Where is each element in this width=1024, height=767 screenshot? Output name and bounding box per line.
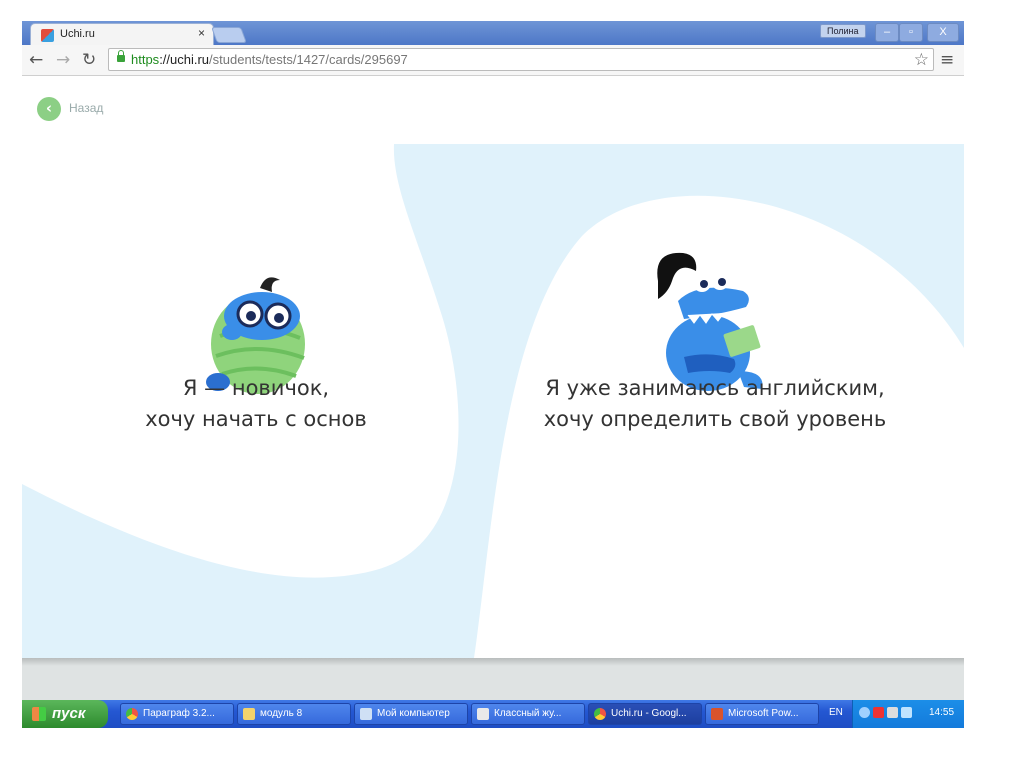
powerpoint-icon: [711, 708, 723, 720]
taskbar-item-uchi-chrome[interactable]: Uchi.ru - Googl...: [588, 703, 702, 725]
page-bottom-shadow: [22, 658, 964, 666]
tab-close-icon[interactable]: ×: [198, 26, 205, 40]
crocodile-laptop-icon[interactable]: [638, 241, 778, 391]
antivirus-icon[interactable]: [873, 707, 884, 718]
desktop-screen: Uchi.ru × Полина – ▫ X ← → ↻ https://uch…: [22, 21, 964, 728]
uchi-favicon-icon: [41, 29, 54, 42]
taskbar-item-module[interactable]: модуль 8: [237, 703, 351, 725]
option-beginner-line1: Я — новичок,: [182, 376, 330, 400]
option-beginner[interactable]: Я — новичок, хочу начать с основ: [126, 373, 386, 435]
forward-arrow-icon[interactable]: →: [56, 50, 70, 70]
taskbar-item-powerpoint[interactable]: Microsoft Pow...: [705, 703, 819, 725]
windows-flag-icon: [32, 707, 46, 721]
taskbar-item-journal[interactable]: Классный жу...: [471, 703, 585, 725]
new-tab-button[interactable]: [211, 27, 247, 43]
option-intermediate[interactable]: Я уже занимаюсь английским, хочу определ…: [530, 373, 900, 435]
printer-icon[interactable]: [887, 707, 898, 718]
tab-title: Uchi.ru: [60, 28, 95, 40]
option-intermediate-line2: хочу определить свой уровень: [543, 407, 887, 431]
chrome-menu-icon[interactable]: ≡: [940, 50, 954, 70]
windows-taskbar: пуск Параграф 3.2... модуль 8 Мой компью…: [22, 700, 964, 728]
computer-icon: [360, 708, 372, 720]
folder-icon: [243, 708, 255, 720]
chrome-icon: [594, 708, 606, 720]
option-intermediate-line1: Я уже занимаюсь английским,: [545, 376, 885, 400]
page-content: ‹ Назад Я — новичок, хочу начать с основ…: [22, 76, 964, 658]
close-window-button[interactable]: X: [927, 23, 959, 42]
lock-icon: [117, 50, 125, 62]
journal-icon: [477, 708, 489, 720]
chrome-icon: [126, 708, 138, 720]
tray-arrow-icon[interactable]: [859, 707, 870, 718]
taskbar-item-paragraph[interactable]: Параграф 3.2...: [120, 703, 234, 725]
browser-titlebar: Uchi.ru × Полина – ▫ X: [22, 21, 964, 45]
profile-name-badge[interactable]: Полина: [820, 24, 866, 38]
back-chevron-icon[interactable]: ‹: [37, 97, 61, 121]
background-waves: [22, 144, 964, 658]
system-tray: 14:55: [852, 700, 964, 728]
start-button[interactable]: пуск: [22, 700, 108, 728]
reload-icon[interactable]: ↻: [82, 50, 96, 70]
language-indicator[interactable]: EN: [829, 707, 843, 718]
back-arrow-icon[interactable]: ←: [29, 50, 43, 70]
browser-toolbar: ← → ↻ https://uchi.ru/students/tests/142…: [22, 45, 964, 76]
minimize-button[interactable]: –: [875, 23, 899, 42]
url-text: https://uchi.ru/students/tests/1427/card…: [131, 52, 408, 67]
browser-tab[interactable]: Uchi.ru ×: [30, 23, 214, 45]
network-icon[interactable]: [901, 707, 912, 718]
taskbar-item-my-computer[interactable]: Мой компьютер: [354, 703, 468, 725]
address-bar[interactable]: https://uchi.ru/students/tests/1427/card…: [108, 48, 934, 71]
bookmark-star-icon[interactable]: ☆: [914, 50, 929, 70]
restore-button[interactable]: ▫: [899, 23, 923, 42]
option-beginner-line2: хочу начать с основ: [145, 407, 367, 431]
back-link[interactable]: Назад: [69, 101, 103, 115]
clock: 14:55: [929, 707, 955, 718]
